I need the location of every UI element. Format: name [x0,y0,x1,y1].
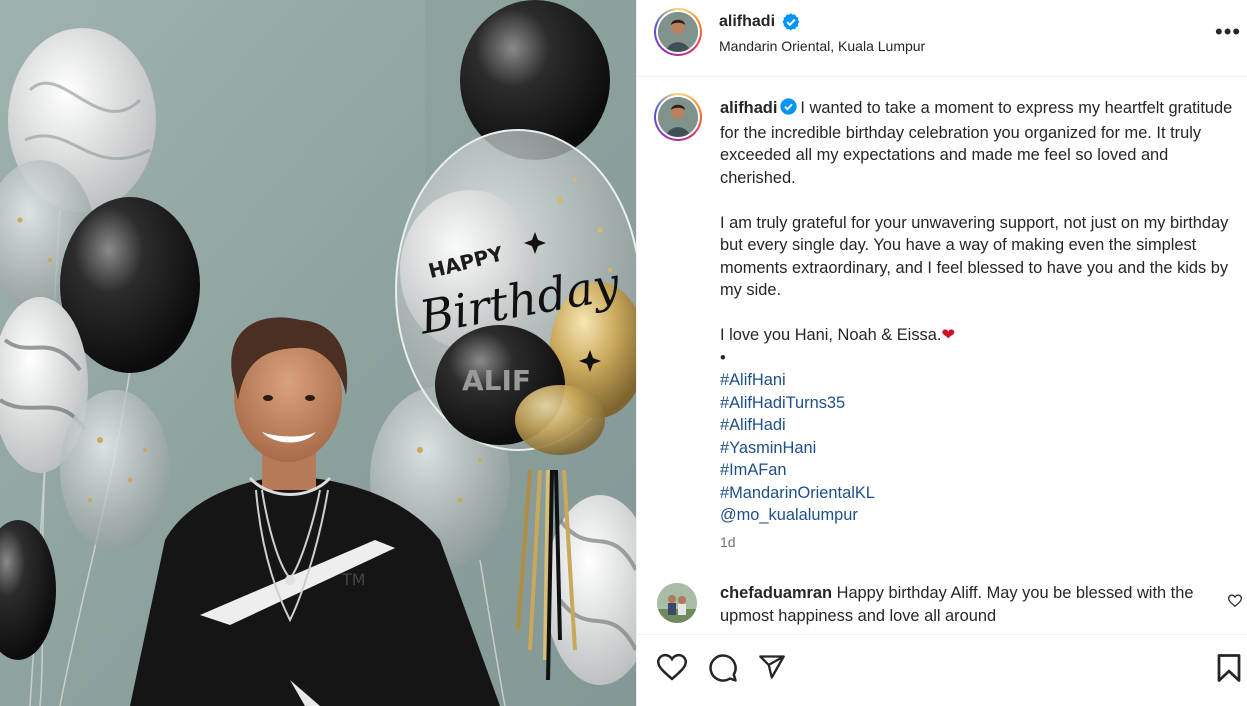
save-bookmark-icon[interactable] [1216,653,1242,688]
post-photo[interactable]: HAPPY Birthday ALIF TM [0,0,636,706]
shirt-logo-text: TM [341,570,366,589]
heart-emoji-icon: ❤ [941,326,956,344]
balloon-text-name: ALIF [462,364,531,397]
hashtag-link[interactable]: #AlifHadi [720,414,1235,437]
caption-paragraph-3-text: I love you Hani, Noah & Eissa. [720,326,942,344]
post-details-panel: alifhadi Mandarin Oriental, Kuala Lumpur… [636,0,1247,706]
author-username[interactable]: alifhadi [719,13,775,31]
verified-badge-icon [780,98,798,122]
caption-username[interactable]: alifhadi [720,99,777,117]
caption-section: alifhadi I wanted to take a moment to exp… [637,77,1247,634]
like-heart-icon[interactable] [656,653,688,686]
post-timestamp[interactable]: 1d [720,534,736,550]
hashtag-link[interactable]: #ImAFan [720,459,1235,482]
commenter-avatar[interactable] [657,583,697,623]
comment-body: chefaduamran Happy birthday Aliff. May y… [720,582,1210,627]
caption-paragraph-2: I am truly grateful for your unwavering … [720,213,1229,300]
caption-text: alifhadi I wanted to take a moment to exp… [720,97,1235,527]
caption-paragraph-3: I love you Hani, Noah & Eissa.❤ [720,324,1235,347]
comment-like-heart-icon[interactable] [1227,594,1243,613]
author-avatar[interactable] [654,8,702,56]
post-image: HAPPY Birthday ALIF TM [0,0,636,706]
verified-badge-icon [782,13,800,36]
caption-paragraph-1: alifhadi I wanted to take a moment to exp… [720,97,1235,189]
hashtag-link[interactable]: #AlifHani [720,369,1235,392]
hashtag-list: #AlifHani #AlifHadiTurns35 #AlifHadi #Ya… [720,369,1235,527]
hashtag-link[interactable]: #AlifHadiTurns35 [720,392,1235,415]
caption-author-avatar[interactable] [654,93,702,141]
caption-bullet: • [720,348,726,367]
post-location[interactable]: Mandarin Oriental, Kuala Lumpur [719,38,925,54]
post-actions-bar [637,634,1247,706]
post-header: alifhadi Mandarin Oriental, Kuala Lumpur… [637,0,1247,77]
comment-bubble-icon[interactable] [708,653,738,688]
hashtag-link[interactable]: #YasminHani [720,437,1235,460]
share-paper-plane-icon[interactable] [758,653,786,686]
hashtag-link[interactable]: #MandarinOrientalKL [720,482,1235,505]
comment-item: chefaduamran Happy birthday Aliff. May y… [637,578,1247,634]
mention-link[interactable]: @mo_kualalumpur [720,504,1235,527]
commenter-username[interactable]: chefaduamran [720,584,832,602]
more-options-icon[interactable]: ••• [1215,21,1241,43]
